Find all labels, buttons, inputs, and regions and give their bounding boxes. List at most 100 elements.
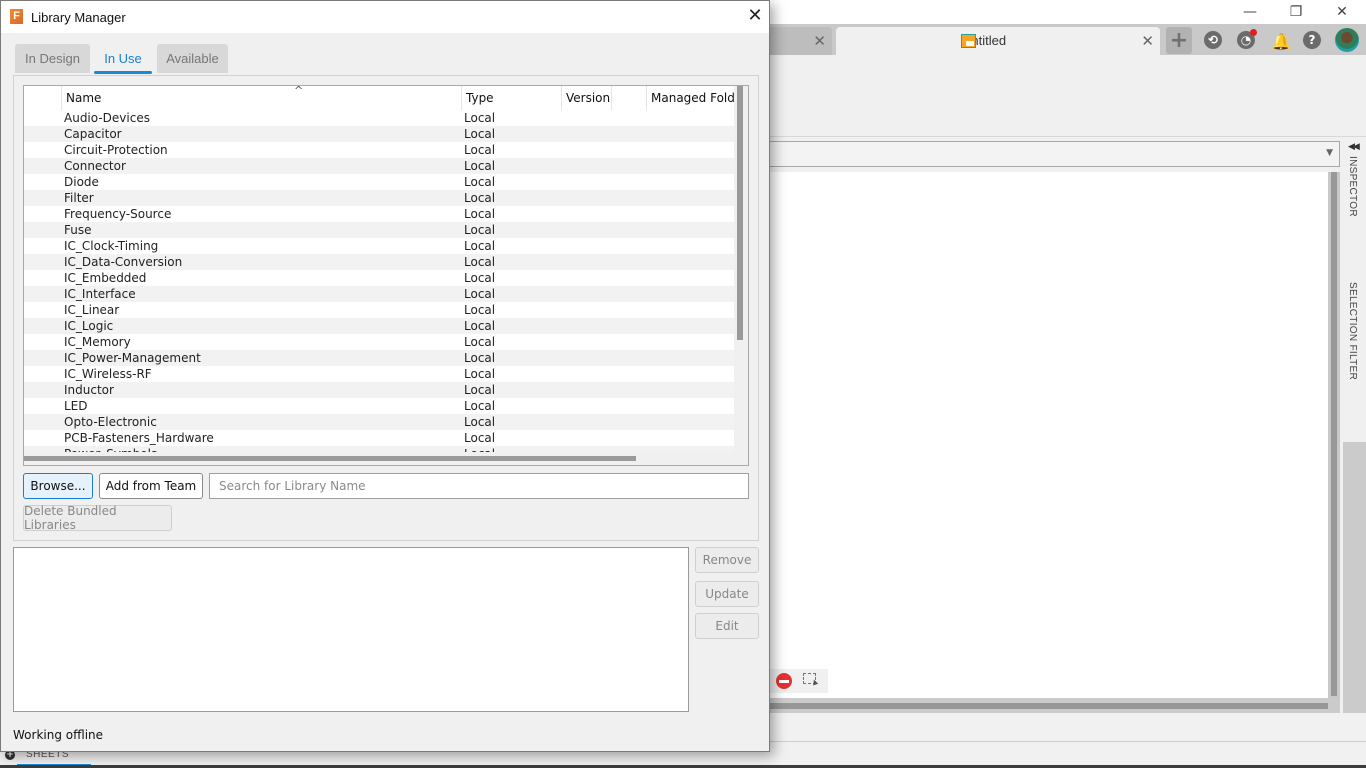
- job-status-icon[interactable]: ◔: [1237, 29, 1257, 49]
- new-tab-button[interactable]: +: [1166, 27, 1192, 54]
- tab-available[interactable]: Available: [157, 44, 228, 73]
- browse-button[interactable]: Browse...: [23, 473, 93, 499]
- library-type-cell: Local: [464, 255, 496, 269]
- table-row[interactable]: IC_Clock-Timing Local: [24, 238, 734, 254]
- remove-button[interactable]: Remove: [695, 547, 759, 573]
- library-name-cell: Fuse: [64, 223, 92, 237]
- library-name-cell: Circuit-Protection: [64, 143, 168, 157]
- restore-button[interactable]: ❐: [1273, 0, 1319, 24]
- dialog-titlebar: F Library Manager ✕: [1, 1, 769, 33]
- library-name-cell: IC_Logic: [64, 319, 114, 333]
- library-table: Name ^ Type Version Managed Folde Audio-…: [23, 85, 749, 466]
- stop-command-icon[interactable]: [776, 673, 792, 689]
- connection-status: Working offline: [13, 728, 104, 742]
- fusion-logo-icon: F: [10, 9, 23, 24]
- table-row[interactable]: Audio-Devices Local: [24, 110, 734, 126]
- minimize-button[interactable]: —: [1227, 0, 1273, 24]
- update-button[interactable]: Update: [695, 581, 759, 607]
- scrollbar-thumb[interactable]: [700, 703, 1328, 709]
- table-row[interactable]: Circuit-Protection Local: [24, 142, 734, 158]
- table-row[interactable]: LED Local: [24, 398, 734, 414]
- column-header-name[interactable]: Name ^: [61, 86, 461, 110]
- library-name-cell: IC_Embedded: [64, 271, 147, 285]
- inspector-panel-tab[interactable]: INSPECTOR: [1347, 156, 1358, 217]
- library-type-cell: Local: [464, 319, 496, 333]
- library-manager-dialog: F Library Manager ✕ In Design In Use Ava…: [0, 0, 770, 752]
- table-row[interactable]: Connector Local: [24, 158, 734, 174]
- selection-filter-panel-tab[interactable]: SELECTION FILTER: [1347, 282, 1358, 380]
- column-header-icon[interactable]: [24, 86, 61, 110]
- column-header-version[interactable]: Version: [561, 86, 611, 110]
- table-row[interactable]: IC_Power-Management Local: [24, 350, 734, 366]
- notifications-bell-icon[interactable]: 🔔: [1270, 30, 1292, 52]
- library-name-cell: IC_Wireless-RF: [64, 367, 152, 381]
- help-icon[interactable]: ?: [1303, 31, 1321, 49]
- library-name-cell: Capacitor: [64, 127, 122, 141]
- table-row[interactable]: Filter Local: [24, 190, 734, 206]
- table-row[interactable]: IC_Logic Local: [24, 318, 734, 334]
- table-row[interactable]: IC_Data-Conversion Local: [24, 254, 734, 270]
- library-search-input[interactable]: [209, 473, 749, 499]
- library-type-cell: Local: [464, 191, 496, 205]
- library-name-cell: Inductor: [64, 383, 114, 397]
- tab-in-design[interactable]: In Design: [15, 44, 90, 73]
- dialog-close-button[interactable]: ✕: [745, 6, 765, 26]
- column-header-blank[interactable]: [611, 86, 646, 110]
- library-type-cell: Local: [464, 111, 496, 125]
- column-header-label: Name: [66, 91, 102, 105]
- library-name-cell: Connector: [64, 159, 126, 173]
- tab-close-icon[interactable]: ✕: [1141, 32, 1154, 50]
- table-header: Name ^ Type Version Managed Folde: [24, 86, 736, 110]
- job-alert-dot: [1250, 29, 1257, 36]
- table-row[interactable]: IC_Interface Local: [24, 286, 734, 302]
- tab-close-icon[interactable]: ✕: [813, 32, 826, 50]
- add-from-team-button[interactable]: Add from Team: [99, 473, 203, 499]
- table-row[interactable]: IC_Wireless-RF Local: [24, 366, 734, 382]
- table-horizontal-scrollbar[interactable]: [24, 452, 734, 465]
- library-type-cell: Local: [464, 415, 496, 429]
- table-row[interactable]: PCB-Fasteners_Hardware Local: [24, 430, 734, 446]
- library-name-cell: IC_Power-Management: [64, 351, 201, 365]
- library-name-cell: IC_Memory: [64, 335, 131, 349]
- document-tab-untitled[interactable]: Untitled ✕: [836, 27, 1160, 55]
- edit-button[interactable]: Edit: [695, 613, 759, 639]
- table-row[interactable]: IC_Linear Local: [24, 302, 734, 318]
- canvas-horizontal-scrollbar[interactable]: [700, 698, 1340, 713]
- library-type-cell: Local: [464, 383, 496, 397]
- library-name-cell: PCB-Fasteners_Hardware: [64, 431, 214, 445]
- column-header-managed-folder[interactable]: Managed Folde: [646, 86, 736, 110]
- library-name-cell: IC_Clock-Timing: [64, 239, 159, 253]
- library-name-cell: IC_Interface: [64, 287, 136, 301]
- library-name-cell: IC_Data-Conversion: [64, 255, 183, 269]
- extensions-icon[interactable]: ⟲: [1204, 31, 1222, 49]
- collapse-panel-icon[interactable]: ◀◀: [1348, 142, 1360, 152]
- column-header-type[interactable]: Type: [461, 86, 561, 110]
- canvas-vertical-scrollbar[interactable]: [1328, 172, 1340, 698]
- table-row[interactable]: Capacitor Local: [24, 126, 734, 142]
- table-row[interactable]: Fuse Local: [24, 222, 734, 238]
- active-tab-indicator: [94, 71, 152, 74]
- selection-mode-icon[interactable]: [803, 673, 816, 684]
- delete-bundled-libraries-button[interactable]: Delete Bundled Libraries: [23, 504, 172, 532]
- scrollbar-thumb[interactable]: [1331, 172, 1337, 696]
- table-row[interactable]: Diode Local: [24, 174, 734, 190]
- table-row[interactable]: Opto-Electronic Local: [24, 414, 734, 430]
- chevron-down-icon: ▼: [1326, 148, 1333, 158]
- library-type-cell: Local: [464, 335, 496, 349]
- library-details-pane: [13, 547, 689, 712]
- tab-in-use[interactable]: In Use: [94, 44, 152, 73]
- scrollbar-thumb[interactable]: [737, 86, 743, 340]
- table-row[interactable]: Inductor Local: [24, 382, 734, 398]
- canvas-dropdown[interactable]: ▼: [700, 141, 1340, 167]
- table-row[interactable]: IC_Memory Local: [24, 334, 734, 350]
- dialog-title: Library Manager: [31, 10, 126, 25]
- table-row[interactable]: Frequency-Source Local: [24, 206, 734, 222]
- design-canvas[interactable]: [700, 172, 1328, 698]
- scrollbar-thumb[interactable]: [24, 456, 636, 461]
- table-vertical-scrollbar[interactable]: [734, 86, 748, 465]
- window-close-button[interactable]: ✕: [1319, 0, 1365, 24]
- table-row[interactable]: IC_Embedded Local: [24, 270, 734, 286]
- library-type-cell: Local: [464, 143, 496, 157]
- library-type-cell: Local: [464, 287, 496, 301]
- user-avatar[interactable]: [1335, 28, 1359, 52]
